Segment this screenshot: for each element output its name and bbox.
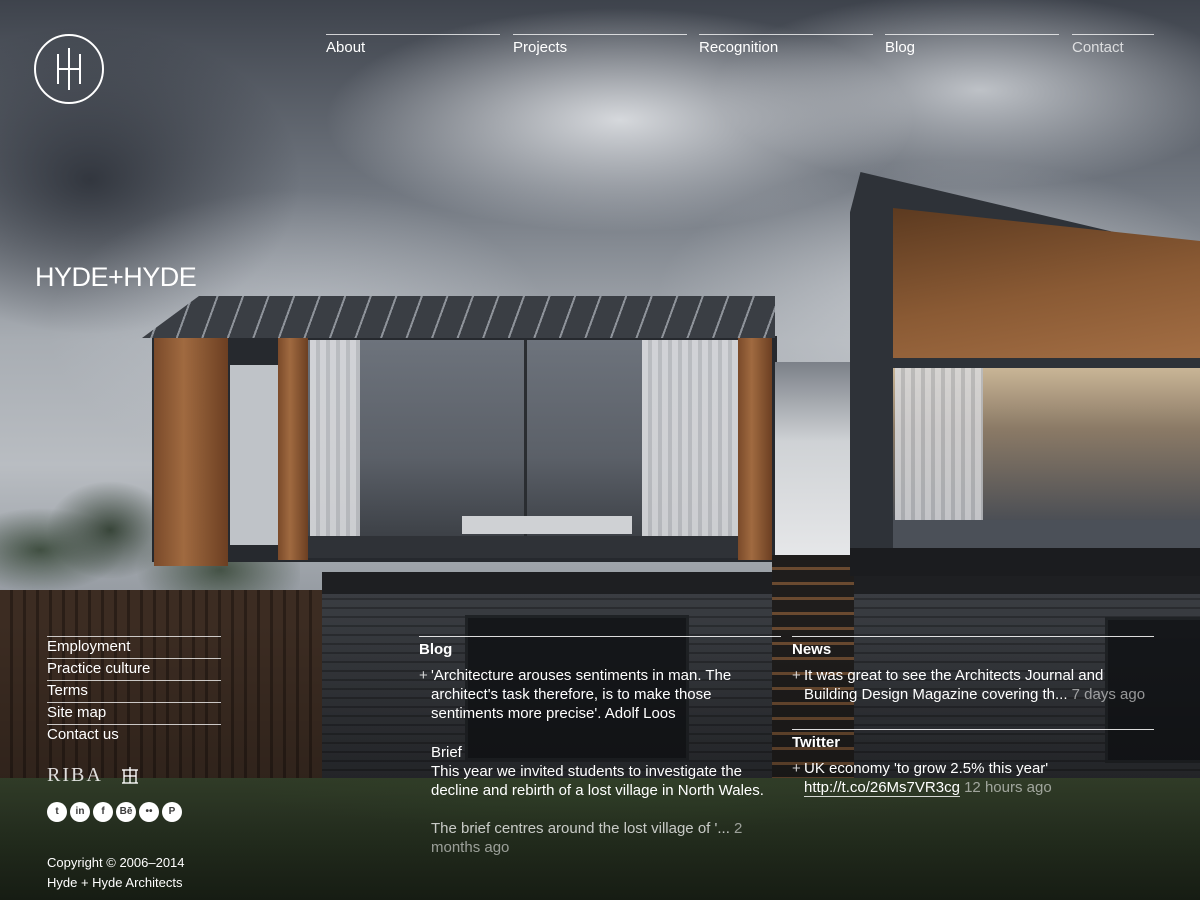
footer-link-site-map[interactable]: Site map — [47, 702, 221, 724]
blog-quote[interactable]: 'Architecture arouses sentiments in man.… — [419, 666, 781, 723]
blog-entry: + 'Architecture arouses sentiments in ma… — [419, 666, 781, 723]
copyright-line-1: Copyright © 2006–2014 — [47, 855, 185, 870]
tweet-timestamp: 12 hours ago — [964, 779, 1052, 796]
news-timestamp: 7 days ago — [1071, 686, 1146, 703]
news-text[interactable]: It was great to see the Architects Journ… — [804, 667, 1103, 703]
hyde-monogram-icon — [57, 48, 81, 90]
copyright: Copyright © 2006–2014 Hyde + Hyde Archit… — [47, 853, 185, 893]
tweet-link[interactable]: http://t.co/26Ms7VR3cg — [804, 779, 960, 797]
blog-brief-excerpt[interactable]: The brief centres around the lost villag… — [419, 819, 781, 857]
flickr-icon[interactable]: •• — [139, 802, 159, 822]
logo[interactable] — [34, 34, 104, 104]
blog-brief-excerpt-text: The brief centres around the lost villag… — [431, 820, 730, 837]
nav-item-contact[interactable]: Contact — [1072, 34, 1154, 66]
linkedin-icon[interactable]: in — [70, 802, 90, 822]
blog-panel: Blog + 'Architecture arouses sentiments … — [419, 636, 781, 857]
tweet-text: UK economy 'to grow 2.5% this year' — [804, 760, 1049, 777]
expand-plus-icon[interactable]: + — [792, 666, 801, 685]
blog-brief-title: Brief — [431, 744, 462, 761]
main-nav: About Projects Recognition Blog Contact — [326, 34, 1154, 64]
riba-crest-icon — [122, 767, 138, 784]
news-entry: + It was great to see the Architects Jou… — [792, 666, 1154, 704]
copyright-line-2: Hyde + Hyde Architects — [47, 875, 183, 890]
nav-item-projects[interactable]: Projects — [513, 34, 687, 66]
brand-wordmark: HYDE+HYDE — [35, 262, 197, 292]
blog-brief-text: This year we invited students to investi… — [431, 763, 764, 799]
twitter-icon[interactable]: t — [47, 802, 67, 822]
footer-link-practice-culture[interactable]: Practice culture — [47, 658, 221, 680]
nav-item-recognition[interactable]: Recognition — [699, 34, 873, 66]
footer-link-employment[interactable]: Employment — [47, 636, 221, 658]
twitter-panel: Twitter + UK economy 'to grow 2.5% this … — [792, 729, 1154, 797]
footer-links: Employment Practice culture Terms Site m… — [47, 636, 221, 746]
news-heading[interactable]: News — [792, 637, 1154, 660]
behance-icon[interactable]: Bē — [116, 802, 136, 822]
pinterest-icon[interactable]: P — [162, 802, 182, 822]
news-panel: News + It was great to see the Architect… — [792, 636, 1154, 704]
expand-plus-icon[interactable]: + — [792, 759, 801, 778]
blog-heading[interactable]: Blog — [419, 637, 781, 660]
nav-item-blog[interactable]: Blog — [885, 34, 1059, 66]
footer-link-contact-us[interactable]: Contact us — [47, 724, 221, 746]
tweet-entry: + UK economy 'to grow 2.5% this year' ht… — [792, 759, 1154, 797]
nav-item-about[interactable]: About — [326, 34, 500, 66]
facebook-icon[interactable]: f — [93, 802, 113, 822]
expand-plus-icon[interactable]: + — [419, 666, 428, 685]
footer-link-terms[interactable]: Terms — [47, 680, 221, 702]
twitter-heading[interactable]: Twitter — [792, 730, 1154, 753]
blog-brief[interactable]: Brief This year we invited students to i… — [419, 743, 781, 800]
riba-logo: RIBA — [47, 764, 103, 786]
